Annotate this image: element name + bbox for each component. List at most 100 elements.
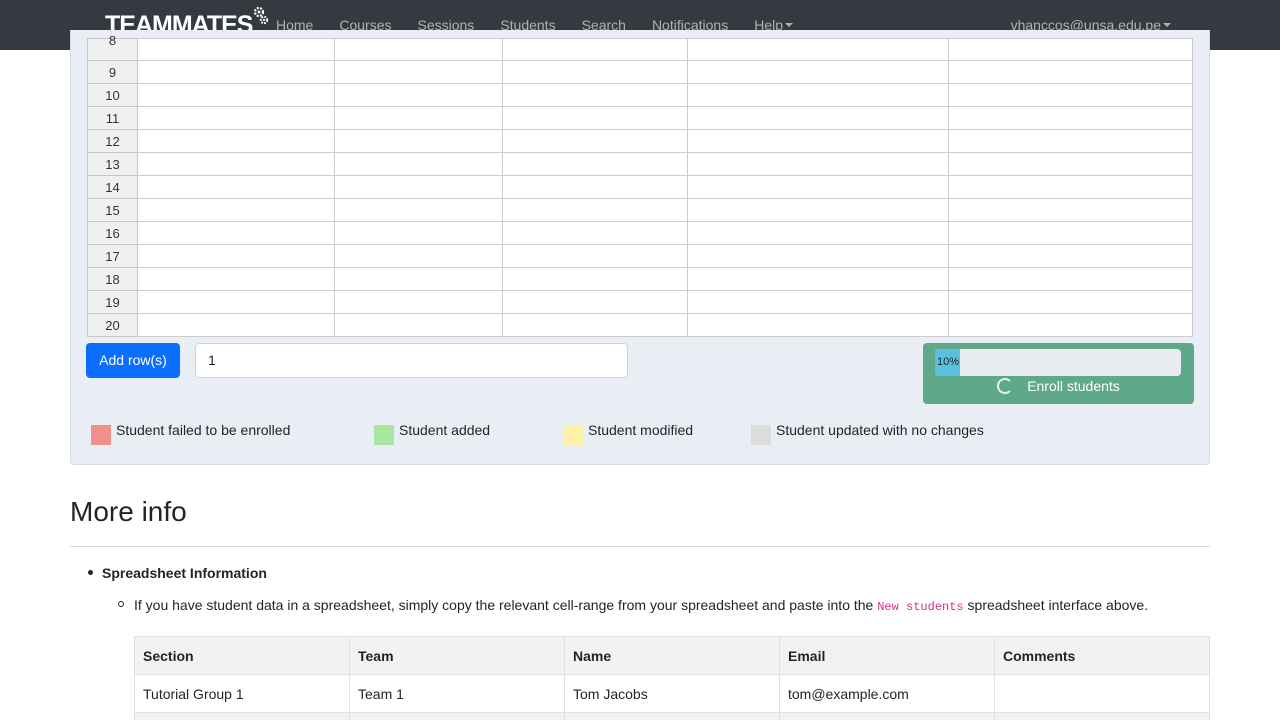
spreadsheet-cell[interactable] xyxy=(137,198,335,222)
col-name: Name xyxy=(564,636,780,675)
spreadsheet-cell[interactable] xyxy=(137,152,335,176)
bullet-dot xyxy=(88,570,93,575)
spreadsheet-cell[interactable] xyxy=(334,290,503,314)
spreadsheet-cell[interactable] xyxy=(687,83,949,107)
spreadsheet-cell[interactable] xyxy=(687,313,949,337)
spreadsheet-cell[interactable] xyxy=(334,106,503,130)
row-number: 10 xyxy=(87,83,138,107)
row-number-label: 8 xyxy=(108,33,117,48)
spreadsheet-row: 15 xyxy=(87,198,1193,222)
spreadsheet-cell[interactable] xyxy=(334,152,503,176)
add-rows-button[interactable]: Add row(s) xyxy=(86,343,180,378)
row-number: 11 xyxy=(87,106,138,130)
spreadsheet-cell[interactable] xyxy=(334,267,503,291)
spreadsheet-cell[interactable] xyxy=(687,221,949,245)
spreadsheet-cell[interactable] xyxy=(502,290,688,314)
row-number: 12 xyxy=(87,129,138,153)
legend-swatch-added xyxy=(374,425,394,445)
row-number-label: 15 xyxy=(105,202,120,218)
spreadsheet-cell[interactable] xyxy=(334,83,503,107)
spreadsheet-cell[interactable] xyxy=(334,244,503,268)
spreadsheet-cell[interactable] xyxy=(948,221,1193,245)
enroll-students-button[interactable]: 10% Enroll students xyxy=(923,343,1194,404)
col-team: Team xyxy=(349,636,565,675)
spreadsheet-cell[interactable] xyxy=(502,106,688,130)
cell-section: Tutorial Group 1 xyxy=(134,674,350,713)
row-number: 17 xyxy=(87,244,138,268)
legend-added: Student added xyxy=(374,422,490,445)
spreadsheet-cell[interactable] xyxy=(948,106,1193,130)
spreadsheet-cell[interactable] xyxy=(334,221,503,245)
row-number-label: 16 xyxy=(105,225,120,241)
more-info-heading: More info xyxy=(70,496,187,527)
spreadsheet-cell[interactable] xyxy=(687,244,949,268)
spreadsheet-cell[interactable] xyxy=(687,175,949,199)
spreadsheet-cell[interactable] xyxy=(687,38,949,61)
spreadsheet-cell[interactable] xyxy=(687,267,949,291)
spreadsheet-cell[interactable] xyxy=(948,83,1193,107)
spreadsheet-cell[interactable] xyxy=(502,267,688,291)
row-number-label: 12 xyxy=(105,133,120,149)
spreadsheet-cell[interactable] xyxy=(502,313,688,337)
spreadsheet-cell[interactable] xyxy=(334,60,503,84)
spreadsheet-cell[interactable] xyxy=(137,60,335,84)
spreadsheet-cell[interactable] xyxy=(687,129,949,153)
spreadsheet-cell[interactable] xyxy=(334,198,503,222)
spreadsheet-cell[interactable] xyxy=(334,129,503,153)
spreadsheet-cell[interactable] xyxy=(137,83,335,107)
spreadsheet-cell[interactable] xyxy=(334,175,503,199)
spreadsheet-cell[interactable] xyxy=(687,152,949,176)
spreadsheet-cell[interactable] xyxy=(502,221,688,245)
spreadsheet-cell[interactable] xyxy=(687,290,949,314)
rows-count-input[interactable]: 1 xyxy=(195,343,628,378)
spreadsheet-cell[interactable] xyxy=(137,106,335,130)
row-number: 20 xyxy=(87,313,138,337)
row-number-label: 17 xyxy=(105,248,120,264)
row-number-label: 14 xyxy=(105,179,120,195)
spreadsheet-cell[interactable] xyxy=(948,290,1193,314)
spreadsheet-cell[interactable] xyxy=(948,244,1193,268)
spreadsheet-cell[interactable] xyxy=(948,38,1193,61)
spreadsheet-cell[interactable] xyxy=(948,175,1193,199)
spreadsheet-cell[interactable] xyxy=(137,313,335,337)
spreadsheet-row: 17 xyxy=(87,244,1193,268)
spreadsheet-cell[interactable] xyxy=(137,267,335,291)
legend-swatch-failed xyxy=(91,425,111,445)
row-number: 13 xyxy=(87,152,138,176)
spreadsheet-cell[interactable] xyxy=(137,175,335,199)
spreadsheet-cell[interactable] xyxy=(948,60,1193,84)
col-email: Email xyxy=(779,636,995,675)
spreadsheet-cell[interactable] xyxy=(948,267,1193,291)
spreadsheet-cell[interactable] xyxy=(687,106,949,130)
spreadsheet-cell[interactable] xyxy=(334,38,503,61)
spreadsheet-cell[interactable] xyxy=(502,83,688,107)
spreadsheet-cell[interactable] xyxy=(502,152,688,176)
spreadsheet-cell[interactable] xyxy=(502,38,688,61)
spreadsheet-cell[interactable] xyxy=(948,129,1193,153)
spreadsheet-cell[interactable] xyxy=(502,175,688,199)
spreadsheet-row: 10 xyxy=(87,83,1193,107)
spreadsheet-cell[interactable] xyxy=(502,60,688,84)
spreadsheet-cell[interactable] xyxy=(137,38,335,61)
spreadsheet-cell[interactable] xyxy=(948,198,1193,222)
spreadsheet-cell[interactable] xyxy=(687,198,949,222)
spreadsheet-cell[interactable] xyxy=(948,313,1193,337)
table-row xyxy=(134,712,1210,720)
spreadsheet-row: 19 xyxy=(87,290,1193,314)
spreadsheet-cell[interactable] xyxy=(137,129,335,153)
col-section: Section xyxy=(134,636,350,675)
spreadsheet-cell[interactable] xyxy=(334,313,503,337)
spreadsheet-cell[interactable] xyxy=(137,290,335,314)
spreadsheet-cell[interactable] xyxy=(502,129,688,153)
cell-name: Tom Jacobs xyxy=(564,674,780,713)
spreadsheet-cell[interactable] xyxy=(502,198,688,222)
caret-down-icon xyxy=(785,23,793,27)
spreadsheet-cell[interactable] xyxy=(137,244,335,268)
spreadsheet-cell[interactable] xyxy=(687,60,949,84)
cell-email: tom@example.com xyxy=(779,674,995,713)
spreadsheet-cell[interactable] xyxy=(948,152,1193,176)
spreadsheet-cell[interactable] xyxy=(502,244,688,268)
row-number: 16 xyxy=(87,221,138,245)
spreadsheet-row: 12 xyxy=(87,129,1193,153)
spreadsheet-cell[interactable] xyxy=(137,221,335,245)
